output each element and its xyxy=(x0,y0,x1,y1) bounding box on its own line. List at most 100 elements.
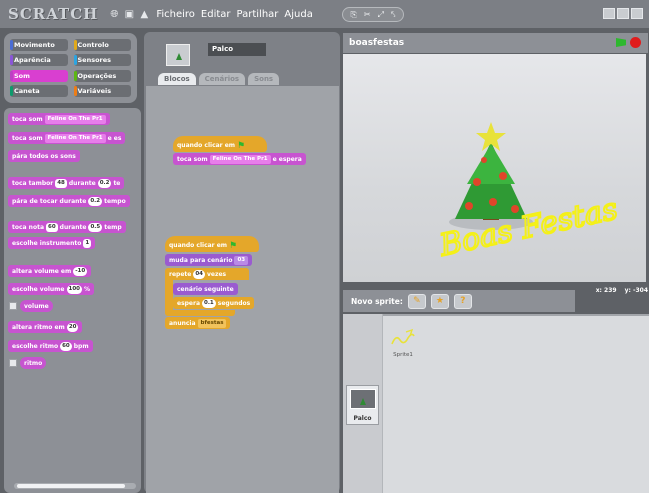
menu-partilhar[interactable]: Partilhar xyxy=(237,9,279,20)
block-play-sound-until-done[interactable]: toca som Feline On The Pr1 e es xyxy=(8,132,126,144)
category-variaveis[interactable]: Variáveis xyxy=(73,84,131,97)
stage-tile[interactable]: Palco xyxy=(346,385,379,425)
sprite-tile-sprite1[interactable]: Sprite1 xyxy=(388,326,418,362)
script-area[interactable]: quando clicar em ⚑ toca som Feline On Th… xyxy=(146,86,339,493)
tab-blocos[interactable]: Blocos xyxy=(158,73,196,85)
grow-icon[interactable]: ⤢ xyxy=(378,10,384,20)
tree-icon xyxy=(360,398,366,405)
block-set-instrument[interactable]: escolhe instrumento 1 xyxy=(8,237,96,249)
block-wait-seconds[interactable]: espera 0.1 segundos xyxy=(173,297,255,309)
volume-checkbox[interactable] xyxy=(9,302,17,310)
beats-input[interactable]: 0.2 xyxy=(88,196,103,206)
volume-change-input[interactable]: -10 xyxy=(73,266,88,276)
block-play-sound[interactable]: toca som Feline On The Pr1 xyxy=(8,113,110,125)
small-stage-icon[interactable] xyxy=(603,8,615,19)
coord-x: x: 239 xyxy=(595,286,617,294)
category-caneta[interactable]: Caneta xyxy=(10,84,68,97)
block-when-flag-clicked[interactable]: quando clicar em ⚑ xyxy=(165,236,259,252)
costume-dropdown[interactable]: 03 xyxy=(234,255,249,265)
shrink-icon[interactable]: ⤣ xyxy=(391,10,396,20)
repeat-input[interactable]: 04 xyxy=(193,269,205,279)
stage-tile-label: Palco xyxy=(353,415,372,422)
note-input[interactable]: 60 xyxy=(46,222,58,232)
category-movimento[interactable]: Movimento xyxy=(10,39,68,51)
category-som[interactable]: Som xyxy=(10,69,68,82)
tab-sons[interactable]: Sons xyxy=(248,73,280,85)
save-icon[interactable]: ▣ xyxy=(123,8,135,20)
block-play-drum[interactable]: toca tambor 48 durante 0.2 te xyxy=(8,177,125,189)
stop-button[interactable] xyxy=(630,37,641,48)
sound-dropdown[interactable]: Feline On The Pr1 xyxy=(209,154,271,164)
block-rest-for[interactable]: pára de tocar durante 0.2 tempo xyxy=(8,195,130,207)
globe-icon[interactable]: 🌐︎ xyxy=(108,8,120,20)
block-repeat[interactable]: repete 04 vezes xyxy=(165,268,249,280)
paint-sprite-button[interactable]: ✎ xyxy=(407,293,426,309)
block-label: te xyxy=(113,179,121,187)
sound-dropdown[interactable]: Feline On The Pr1 xyxy=(44,133,106,143)
block-broadcast[interactable]: anuncia bfestas xyxy=(165,317,231,329)
menu-ajuda[interactable]: Ajuda xyxy=(284,9,312,20)
category-controlo[interactable]: Controlo xyxy=(73,39,131,51)
broadcast-dropdown[interactable]: bfestas xyxy=(197,318,227,328)
block-play-sound-until-done[interactable]: toca som Feline On The Pr1 e espera xyxy=(173,153,306,165)
duplicate-icon[interactable]: ⎘ xyxy=(350,10,356,20)
tempo-change-input[interactable]: 20 xyxy=(66,322,79,332)
block-label: durante xyxy=(68,179,96,187)
category-color-swatch xyxy=(10,85,13,96)
block-label: toca nota xyxy=(12,223,44,231)
instrument-input[interactable]: 1 xyxy=(83,238,92,248)
block-switch-costume[interactable]: muda para cenário 03 xyxy=(165,254,253,266)
block-label: altera volume em xyxy=(12,267,72,275)
block-label: pára todos os sons xyxy=(12,152,76,160)
volume-input[interactable]: 100 xyxy=(66,284,82,294)
block-label: altera ritmo em xyxy=(12,323,65,331)
choose-sprite-button[interactable]: ★ xyxy=(430,293,449,309)
ornament xyxy=(489,198,497,206)
palette-scrollbar[interactable] xyxy=(14,483,136,489)
tempo-checkbox[interactable] xyxy=(9,359,17,367)
category-color-swatch xyxy=(10,55,13,66)
category-aparencia[interactable]: Aparência xyxy=(10,54,68,67)
menu-ficheiro[interactable]: Ficheiro xyxy=(156,9,195,20)
category-sensores[interactable]: Sensores xyxy=(73,54,131,67)
drum-input[interactable]: 48 xyxy=(55,178,67,188)
layout-buttons xyxy=(603,8,643,19)
block-stop-all-sounds[interactable]: pára todos os sons xyxy=(8,150,80,162)
tab-cenarios[interactable]: Cenários xyxy=(198,73,246,85)
block-volume-reporter[interactable]: volume xyxy=(20,300,53,312)
category-operacoes[interactable]: Operações xyxy=(73,69,131,82)
block-play-note[interactable]: toca nota 60 durante 0.5 temp xyxy=(8,221,126,233)
sound-dropdown[interactable]: Feline On The Pr1 xyxy=(44,114,106,124)
block-set-tempo[interactable]: escolhe ritmo 60 bpm xyxy=(8,340,93,352)
random-sprite-button[interactable]: ? xyxy=(453,293,472,309)
beats-input[interactable]: 0.2 xyxy=(97,178,112,188)
cut-icon[interactable]: ✂ xyxy=(364,10,371,19)
wait-input[interactable]: 0.1 xyxy=(202,298,216,308)
category-color-swatch xyxy=(73,70,77,81)
green-flag-icon: ⚑ xyxy=(237,140,246,151)
block-when-flag-clicked[interactable]: quando clicar em ⚑ xyxy=(173,136,267,152)
new-sprite-label: Novo sprite: xyxy=(351,296,403,306)
normal-stage-icon[interactable] xyxy=(617,8,629,19)
stage[interactable]: Boas Festas xyxy=(343,54,646,282)
block-change-tempo[interactable]: altera ritmo em 20 xyxy=(8,321,83,333)
beats-input[interactable]: 0.5 xyxy=(88,222,103,232)
share-icon[interactable]: ▲ xyxy=(138,8,150,20)
coord-y: y: -304 xyxy=(624,286,648,294)
scrollbar-thumb[interactable] xyxy=(17,484,125,488)
presentation-icon[interactable] xyxy=(631,8,643,19)
block-change-volume[interactable]: altera volume em -10 xyxy=(8,265,92,277)
stage-header: boasfestas xyxy=(343,33,648,53)
question-icon: ? xyxy=(460,296,466,306)
block-label: segundos xyxy=(217,299,251,307)
sprite-name-field[interactable]: Palco xyxy=(208,43,266,56)
category-color-swatch xyxy=(73,40,77,50)
menu-editar[interactable]: Editar xyxy=(201,9,231,20)
mouse-coordinates: x: 239 y: -304 xyxy=(578,283,648,297)
tempo-input[interactable]: 60 xyxy=(60,341,72,351)
block-next-costume[interactable]: cenário seguinte xyxy=(173,283,238,295)
green-flag-button[interactable] xyxy=(616,38,626,47)
new-sprite-bar: Novo sprite: ✎ ★ ? xyxy=(343,290,575,312)
block-set-volume[interactable]: escolhe volume 100 % xyxy=(8,283,94,295)
block-tempo-reporter[interactable]: ritmo xyxy=(20,357,47,369)
